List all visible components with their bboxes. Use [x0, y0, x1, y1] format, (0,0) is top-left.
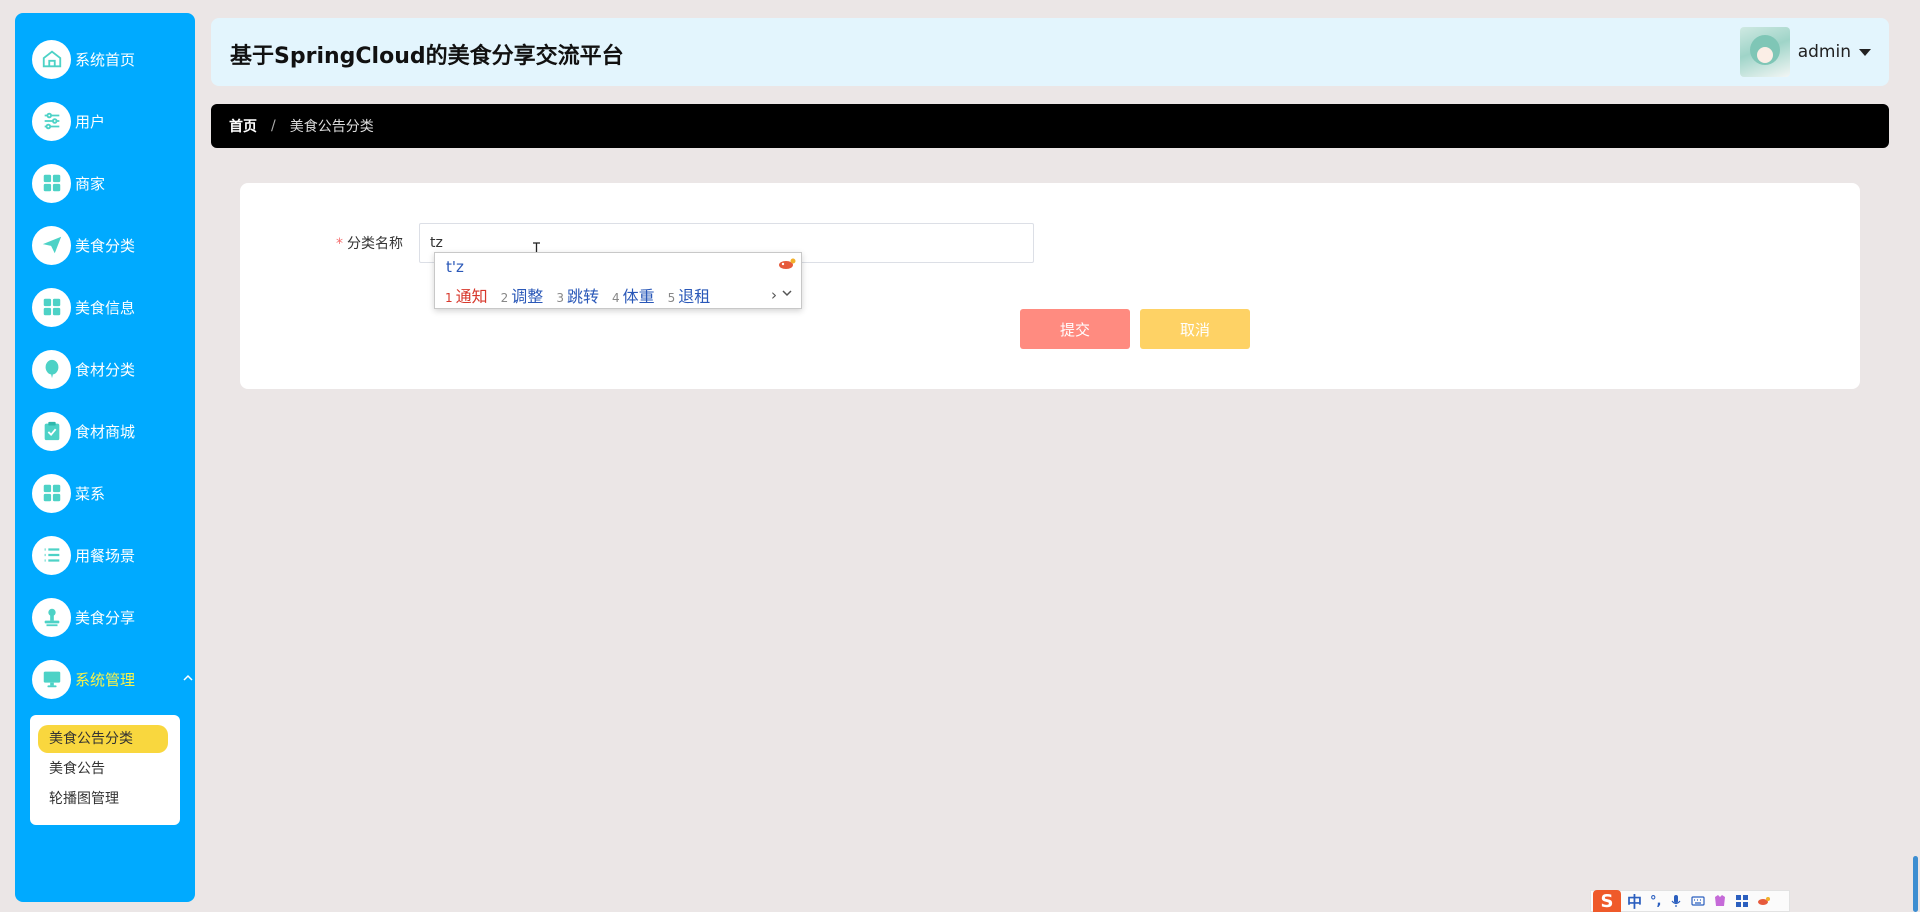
sidebar-item-users[interactable]: 用户 [32, 100, 105, 142]
sidebar-item-cuisine[interactable]: 菜系 [32, 472, 105, 514]
ime-next-page-button[interactable]: › [771, 286, 777, 304]
home-icon [32, 39, 71, 79]
sogou-logo[interactable]: S [1593, 890, 1621, 912]
ime-candidate[interactable]: 2 调整 [501, 283, 544, 307]
required-mark: * [336, 236, 343, 252]
submit-button[interactable]: 提交 [1020, 309, 1130, 349]
sidebar-item-food-info[interactable]: 美食信息 [32, 286, 135, 328]
breadcrumb-separator: / [271, 118, 276, 134]
toolbox-icon[interactable] [1735, 894, 1749, 908]
list-icon [32, 535, 71, 575]
sidebar-item-merchants[interactable]: 商家 [32, 162, 105, 204]
punctuation-toggle[interactable]: °, [1650, 894, 1661, 909]
submenu-item-food-notice-category[interactable]: 美食公告分类 [38, 725, 168, 753]
sliders-icon [32, 101, 71, 141]
chevron-up-icon[interactable] [182, 672, 194, 684]
avatar [1739, 27, 1790, 77]
ime-mode-toggle[interactable]: 中 [1627, 891, 1642, 912]
ime-pinyin: t'z [446, 258, 464, 276]
scrollbar[interactable] [1913, 856, 1918, 912]
caret-down-icon [1859, 48, 1871, 56]
grid-icon [32, 473, 71, 513]
username: admin [1797, 42, 1851, 62]
user-menu[interactable]: admin [1739, 26, 1871, 78]
sidebar-item-food-share[interactable]: 美食分享 [32, 596, 135, 638]
sidebar-item-ingredient-mall[interactable]: 食材商城 [32, 410, 135, 452]
sogou-skin-icon [779, 258, 796, 269]
keyboard-icon[interactable] [1691, 894, 1706, 908]
paper-plane-icon [32, 225, 71, 265]
ime-candidate[interactable]: 3 跳转 [556, 283, 599, 307]
chevron-down-icon[interactable] [781, 287, 793, 299]
breadcrumb-current: 美食公告分类 [289, 119, 374, 135]
ime-candidate[interactable]: 1 通知 [445, 283, 488, 307]
grid-icon [32, 287, 71, 327]
ime-candidate[interactable]: 4 体重 [612, 283, 655, 307]
breadcrumb: 首页 / 美食公告分类 [211, 104, 1889, 148]
sidebar-item-dining-scene[interactable]: 用餐场景 [32, 534, 135, 576]
system-management-submenu: 美食公告分类 美食公告 轮播图管理 [30, 715, 180, 825]
cancel-button[interactable]: 取消 [1140, 309, 1250, 349]
clipboard-check-icon [32, 411, 71, 451]
category-name-label: * 分类名称 [336, 236, 403, 252]
grid-icon [32, 163, 71, 203]
sidebar-item-ingredient-category[interactable]: 食材分类 [32, 348, 135, 390]
ime-candidates: 1 通知 2 调整 3 跳转 4 体重 5 退租 [445, 283, 723, 307]
breadcrumb-home[interactable]: 首页 [229, 116, 257, 136]
monitor-icon [32, 659, 71, 699]
submenu-item-food-notice[interactable]: 美食公告 [38, 755, 168, 783]
sidebar-item-home[interactable]: 系统首页 [32, 38, 135, 80]
ime-candidate-window: t'z 1 通知 2 调整 3 跳转 4 体重 5 退租 › [434, 252, 802, 309]
balloon-icon [32, 349, 71, 389]
microphone-icon[interactable] [1669, 894, 1683, 908]
sidebar-item-system-management[interactable]: 系统管理 [32, 658, 193, 700]
header: 基于SpringCloud的美食分享交流平台 admin [211, 18, 1889, 86]
sidebar: 系统首页 用户 商家 美食分类 美食信息 食材分类 食材商城 菜系 用餐场景 美… [15, 13, 195, 902]
sidebar-item-food-category[interactable]: 美食分类 [32, 224, 135, 266]
app-title: 基于SpringCloud的美食分享交流平台 [230, 44, 624, 69]
submenu-item-carousel-management[interactable]: 轮播图管理 [38, 785, 168, 813]
ime-toolbar: S 中 °, [1590, 890, 1790, 912]
ime-candidate[interactable]: 5 退租 [668, 283, 711, 307]
stamp-icon [32, 597, 71, 637]
skin-icon[interactable] [1713, 894, 1727, 908]
sogou-mascot-icon[interactable] [1757, 894, 1771, 908]
